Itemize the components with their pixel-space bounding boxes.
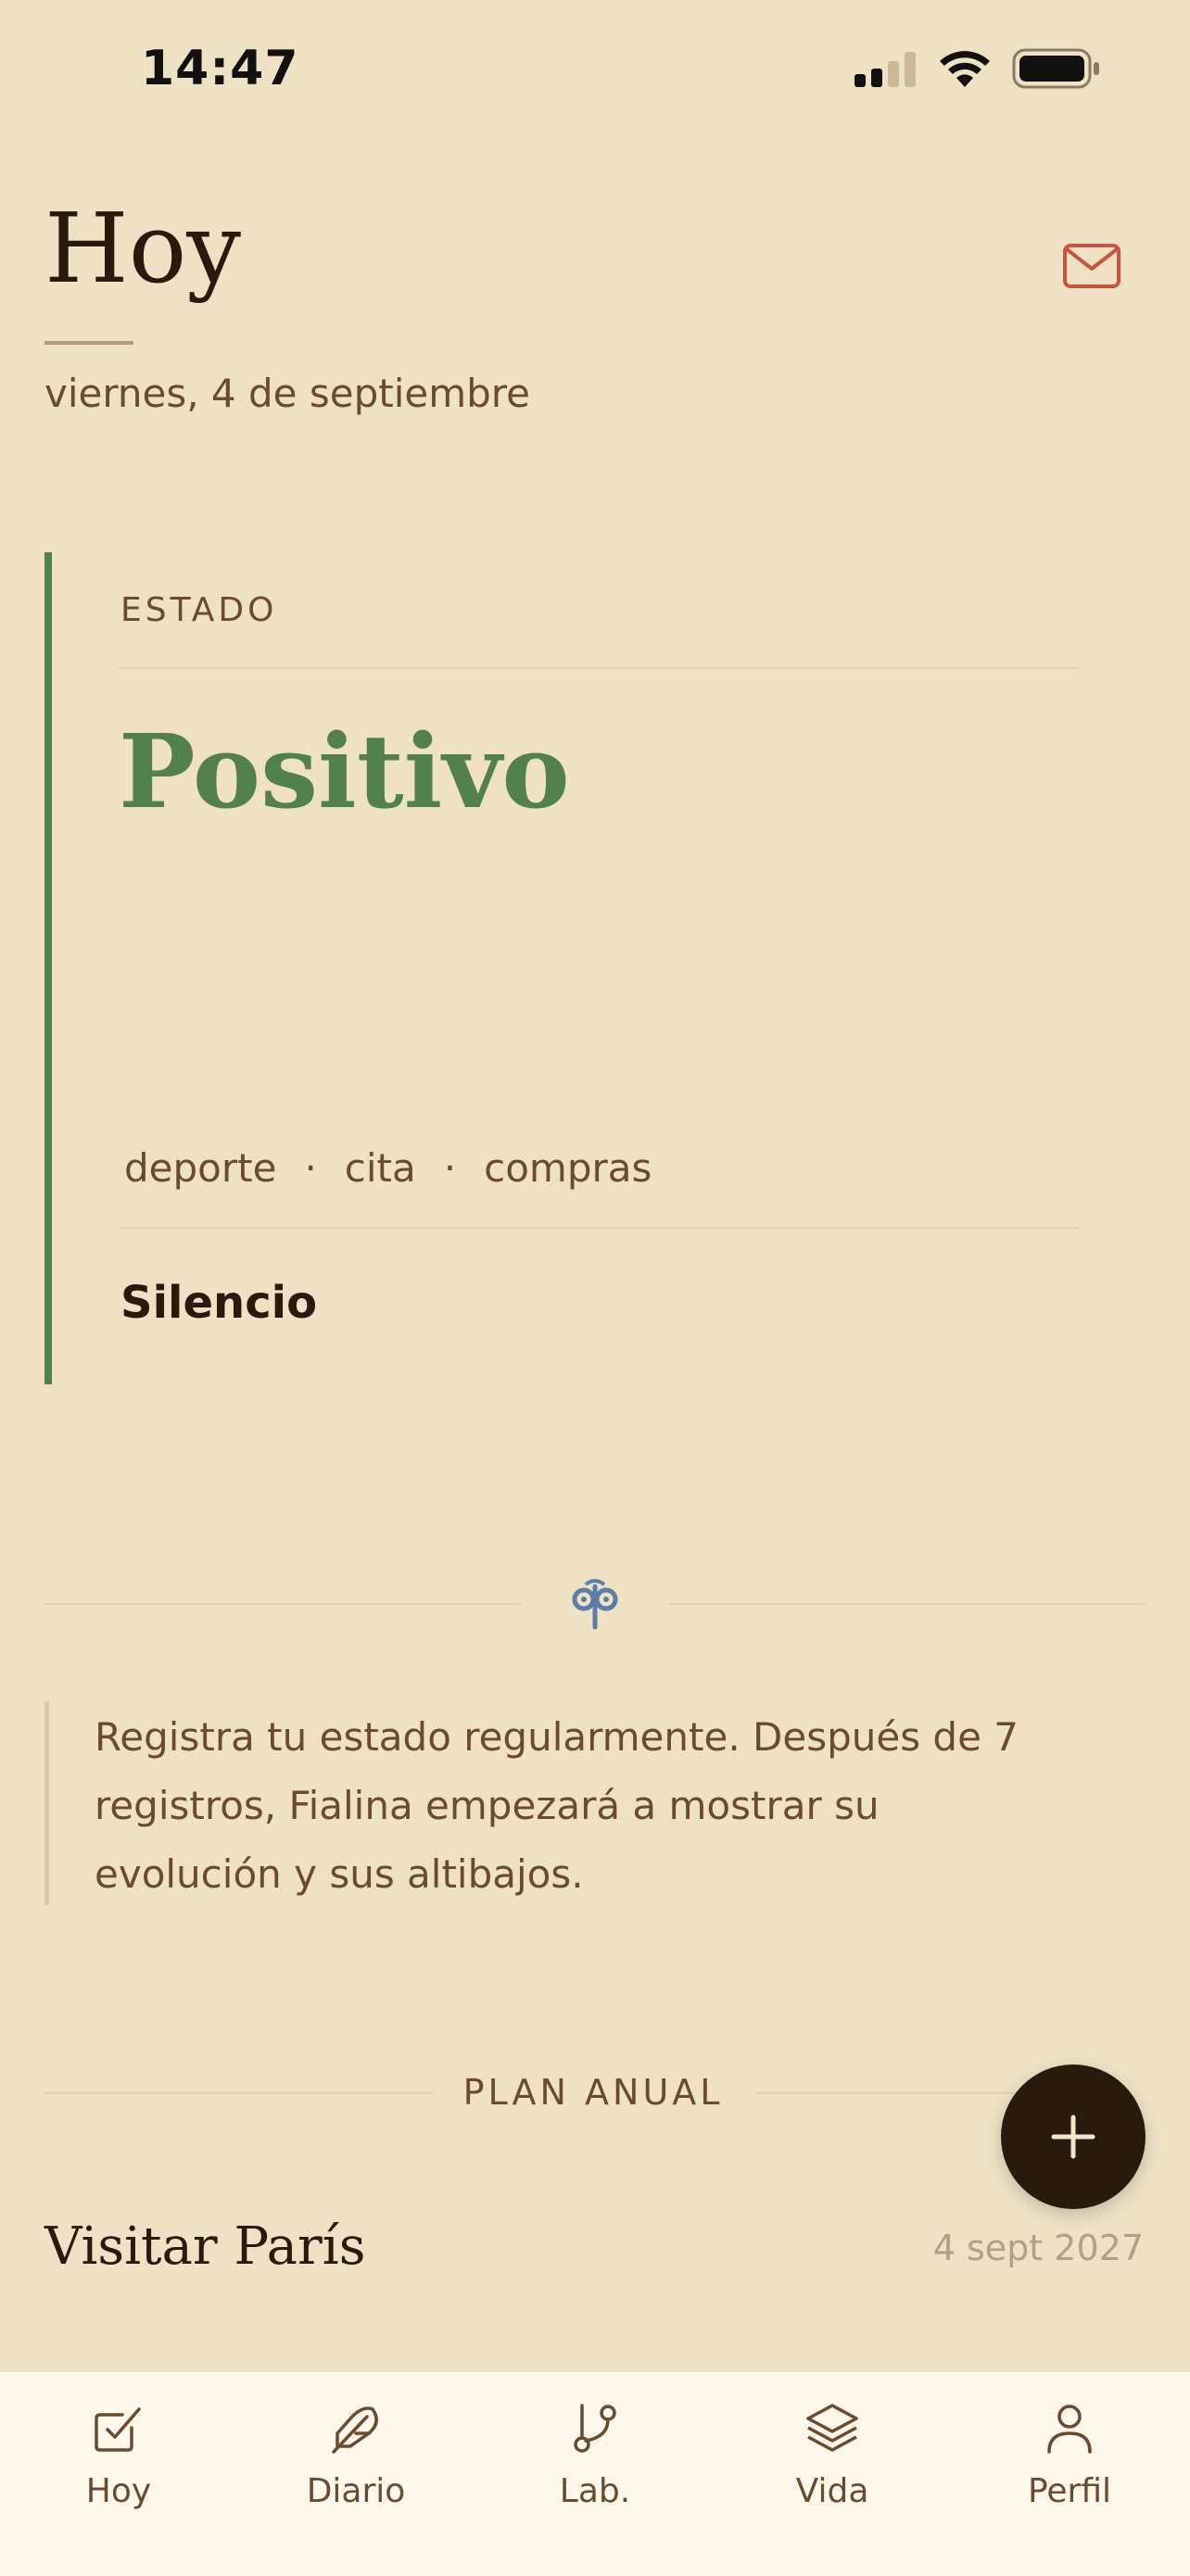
- title-underline: [44, 341, 133, 345]
- checkbox-icon: [95, 2407, 141, 2452]
- add-button[interactable]: [1001, 2065, 1146, 2209]
- tab-diario[interactable]: Diario: [263, 2400, 449, 2510]
- tag-separator: ·: [443, 1145, 457, 1191]
- tab-label: Perfil: [1027, 2472, 1112, 2510]
- plan-item-title[interactable]: Visitar París: [44, 2216, 365, 2277]
- tab-bar: Hoy Diario Lab. Vida Perfil: [0, 2370, 1190, 2576]
- battery-icon: [1012, 48, 1099, 89]
- feather-icon: [332, 2406, 378, 2454]
- ornament-icon: [572, 1579, 618, 1630]
- section-divider-right: [669, 1603, 1146, 1605]
- tag-separator: ·: [304, 1145, 317, 1191]
- branch-icon: [574, 2404, 616, 2453]
- wifi-icon: [940, 51, 990, 87]
- cellular-signal-icon: [855, 52, 916, 87]
- tab-label: Diario: [306, 2472, 406, 2510]
- tab-label: Lab.: [559, 2472, 631, 2510]
- info-quote: Registra tu estado regularmente. Después…: [95, 1714, 1019, 1897]
- tab-label: Hoy: [85, 2472, 152, 2510]
- tab-vida[interactable]: Vida: [740, 2400, 925, 2510]
- tag-item: deporte: [124, 1145, 277, 1191]
- quote-bar: [44, 1701, 49, 1905]
- estado-label: ESTADO: [120, 591, 278, 629]
- mail-icon[interactable]: [1062, 243, 1121, 289]
- page-title: Hoy: [44, 192, 242, 305]
- tab-label: Vida: [795, 2472, 869, 2510]
- current-date: viernes, 4 de septiembre: [44, 371, 530, 416]
- plus-icon: [1051, 2115, 1095, 2159]
- tab-lab[interactable]: Lab.: [502, 2400, 688, 2510]
- plan-divider-left: [44, 2092, 434, 2094]
- tab-hoy[interactable]: Hoy: [26, 2400, 211, 2510]
- estado-tags: deporte · cita · compras: [124, 1145, 652, 1191]
- section-divider-left: [44, 1603, 521, 1605]
- tab-perfil[interactable]: Perfil: [977, 2400, 1162, 2510]
- estado-accent-bar: [44, 552, 52, 1384]
- plan-item-date: 4 sept 2027: [932, 2228, 1144, 2268]
- card-divider: [119, 667, 1079, 669]
- status-time: 14:47: [141, 41, 299, 96]
- plan-divider-right: [756, 2092, 1025, 2094]
- estado-value[interactable]: Positivo: [119, 721, 570, 823]
- tag-item: cita: [344, 1145, 416, 1191]
- estado-note: Silencio: [120, 1277, 318, 1329]
- layers-icon: [806, 2404, 858, 2452]
- card-divider: [119, 1227, 1079, 1229]
- plan-section-label: PLAN ANUAL: [462, 2072, 724, 2113]
- tag-item: compras: [484, 1145, 652, 1191]
- user-icon: [1047, 2405, 1092, 2454]
